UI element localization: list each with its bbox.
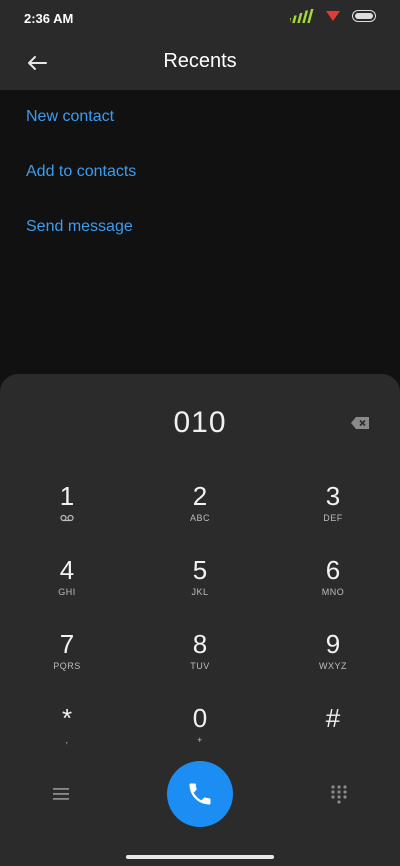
key-hash[interactable]: #	[283, 704, 383, 766]
key-letters: +	[197, 735, 203, 745]
status-bar: 2:36 AM	[0, 0, 400, 36]
key-7[interactable]: 7 PQRS	[17, 630, 117, 692]
key-letters: TUV	[190, 661, 210, 671]
key-5[interactable]: 5 JKL	[150, 556, 250, 618]
dialed-number: 010	[173, 406, 227, 439]
key-letters	[283, 735, 383, 746]
backspace-icon[interactable]	[350, 416, 370, 430]
key-letters: ABC	[189, 513, 210, 523]
new-contact-link[interactable]: New contact	[26, 108, 114, 126]
key-digit: 2	[192, 481, 208, 511]
key-9[interactable]: 9 WXYZ	[283, 630, 383, 692]
key-letters: DEF	[323, 513, 343, 523]
voicemail-icon	[60, 514, 74, 522]
key-star[interactable]: * ,	[17, 704, 117, 766]
key-digit: 8	[192, 629, 208, 659]
status-icons	[290, 9, 376, 23]
battery-icon	[352, 10, 376, 22]
key-digit: #	[325, 703, 341, 733]
key-1[interactable]: 1	[17, 482, 117, 544]
key-digit: 3	[325, 481, 341, 511]
key-letters: MNO	[321, 587, 345, 597]
keypad-icon[interactable]	[330, 784, 348, 804]
page-title: Recents	[163, 50, 237, 72]
key-digit: 7	[59, 629, 75, 659]
key-letters: PQRS	[53, 661, 81, 671]
wifi-icon	[326, 11, 340, 21]
status-time: 2:36 AM	[24, 11, 74, 26]
key-letters: WXYZ	[319, 661, 347, 671]
key-letters: GHI	[58, 587, 76, 597]
add-to-contacts-link[interactable]: Add to contacts	[26, 163, 136, 181]
key-8[interactable]: 8 TUV	[150, 630, 250, 692]
key-digit: 1	[59, 481, 75, 511]
key-digit: 4	[59, 555, 75, 585]
dialpad-panel: 010 1 2 ABC 3 DEF 4 GHI 5 JKL 6 MNO 7 PQ…	[0, 374, 400, 866]
key-0[interactable]: 0 +	[150, 704, 250, 766]
key-6[interactable]: 6 MNO	[283, 556, 383, 618]
app-header: Recents	[0, 36, 400, 90]
key-3[interactable]: 3 DEF	[283, 482, 383, 544]
key-4[interactable]: 4 GHI	[17, 556, 117, 618]
home-indicator[interactable]	[126, 855, 274, 859]
menu-icon[interactable]	[52, 786, 70, 802]
key-2[interactable]: 2 ABC	[150, 482, 250, 544]
key-digit: 0	[192, 703, 208, 733]
key-letters: ,	[65, 735, 69, 745]
call-button[interactable]	[167, 761, 233, 827]
key-digit: 5	[192, 555, 208, 585]
key-digit: *	[61, 703, 73, 733]
send-message-link[interactable]: Send message	[26, 218, 133, 236]
key-digit: 6	[325, 555, 341, 585]
key-letters: JKL	[191, 587, 209, 597]
key-digit: 9	[325, 629, 341, 659]
phone-icon	[189, 783, 211, 805]
signal-icon	[290, 9, 314, 23]
